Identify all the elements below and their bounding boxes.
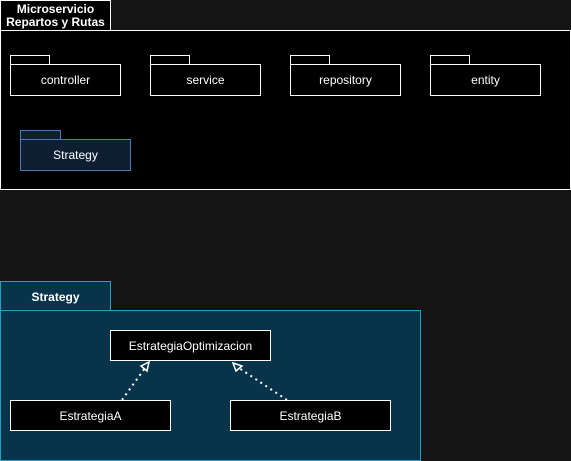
realization-arrows <box>121 360 288 401</box>
realization-arrow-b <box>231 361 288 401</box>
realization-arrow-a <box>121 360 151 401</box>
